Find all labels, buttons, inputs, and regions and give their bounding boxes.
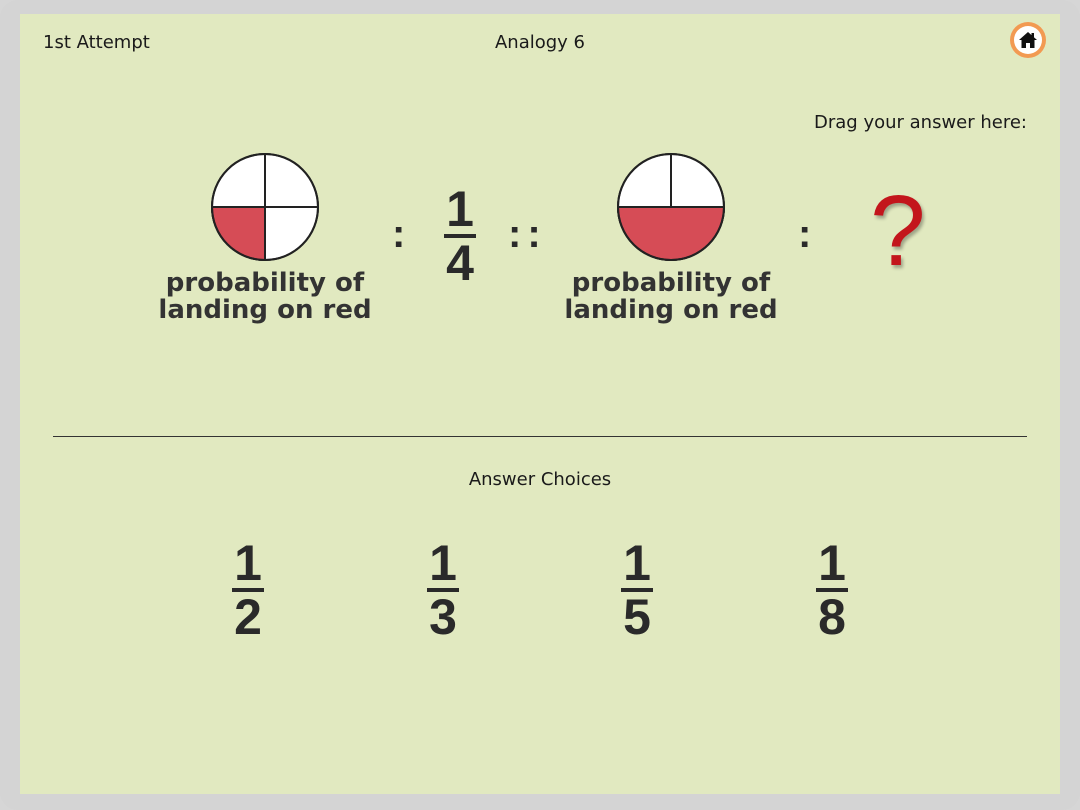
page-title: Analogy 6 (494, 32, 586, 53)
given-fraction: 1 4 (440, 181, 480, 291)
fraction-denominator: 5 (623, 589, 651, 645)
second-caption-line1: probability of (571, 268, 771, 298)
drag-instruction: Drag your answer here: (814, 112, 1027, 133)
answer-choices-heading: Answer Choices (468, 469, 612, 490)
first-caption-line2: landing on red (158, 295, 372, 325)
pie-half-red (616, 153, 726, 261)
fraction-numerator: 1 (818, 535, 846, 591)
answer-drop-target[interactable]: ? (870, 176, 926, 286)
analogy-double-colon: :: (508, 212, 547, 256)
ratio-colon-2: : (798, 212, 812, 256)
answer-choice-1-3[interactable]: 1 3 (423, 535, 463, 645)
second-caption: probability of landing on red (541, 270, 801, 324)
app-screen: 1st Attempt Analogy 6 Drag your answer h… (20, 14, 1060, 794)
answer-choice-1-2[interactable]: 1 2 (228, 535, 268, 645)
first-caption-line1: probability of (165, 268, 365, 298)
pie-quarter-red (210, 153, 319, 262)
second-caption-line2: landing on red (564, 295, 778, 325)
answer-choice-1-8[interactable]: 1 8 (812, 535, 852, 645)
fraction-numerator: 1 (234, 535, 262, 591)
fraction-denominator: 2 (234, 589, 262, 645)
fraction-numerator: 1 (429, 535, 457, 591)
fraction-denominator: 3 (429, 589, 457, 645)
device-frame: 1st Attempt Analogy 6 Drag your answer h… (0, 0, 1080, 810)
section-divider (53, 436, 1027, 437)
fraction-numerator: 1 (446, 181, 474, 237)
home-button[interactable] (1010, 22, 1046, 58)
answer-choice-1-5[interactable]: 1 5 (617, 535, 657, 645)
ratio-colon-1: : (392, 212, 406, 256)
fraction-denominator: 4 (446, 235, 474, 291)
fraction-denominator: 8 (818, 589, 846, 645)
home-icon (1019, 32, 1037, 48)
fraction-numerator: 1 (623, 535, 651, 591)
first-caption: probability of landing on red (135, 270, 395, 324)
home-button-face (1014, 26, 1042, 54)
